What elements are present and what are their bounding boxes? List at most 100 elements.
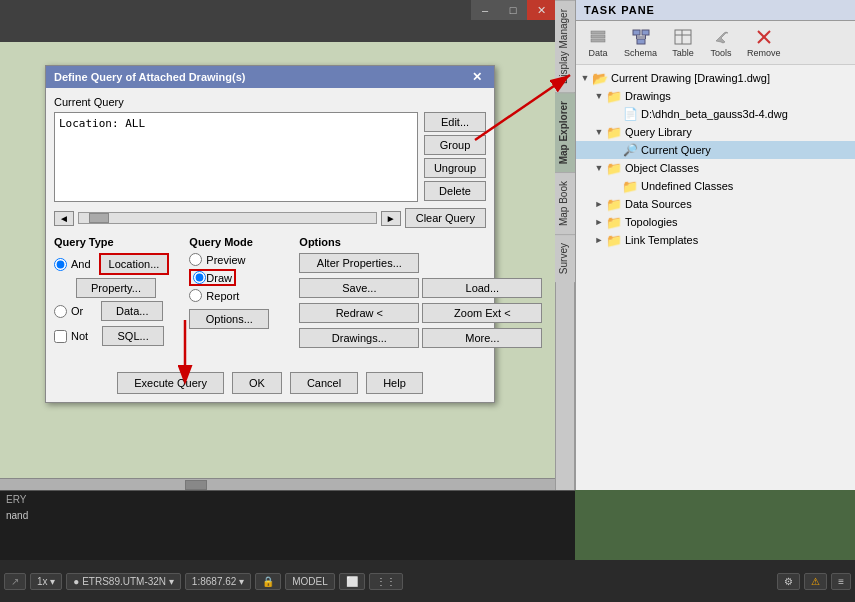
tree-item-data-sources[interactable]: ► 📁 Data Sources xyxy=(576,195,855,213)
zoom-ext-button[interactable]: Zoom Ext < xyxy=(422,303,542,323)
drawings-button[interactable]: Drawings... xyxy=(299,328,419,348)
toolbar-schema[interactable]: Schema xyxy=(618,25,663,60)
expand-drawings[interactable]: ▼ xyxy=(592,89,606,103)
tree-item-link-templates[interactable]: ► 📁 Link Templates xyxy=(576,231,855,249)
side-tab-display-manager[interactable]: Display Manager xyxy=(555,0,575,92)
load-button[interactable]: Load... xyxy=(422,278,542,298)
status-grid[interactable]: ⬜ xyxy=(339,573,365,590)
svg-rect-1 xyxy=(591,35,605,38)
options-button[interactable]: Options... xyxy=(189,309,269,329)
query-type-label: Query Type xyxy=(54,236,169,248)
expand-object-classes[interactable]: ▼ xyxy=(592,161,606,175)
remove-icon xyxy=(754,27,774,47)
side-tab-survey[interactable]: Survey xyxy=(555,234,575,282)
svg-rect-0 xyxy=(591,31,605,34)
status-model[interactable]: MODEL xyxy=(285,573,335,590)
toolbar-data[interactable]: Data xyxy=(580,25,616,60)
status-more[interactable]: ≡ xyxy=(831,573,851,590)
tree-item-topologies[interactable]: ► 📁 Topologies xyxy=(576,213,855,231)
status-icon-pointer: ↗ xyxy=(11,576,19,587)
status-crs[interactable]: ● ETRS89.UTM-32N ▾ xyxy=(66,573,181,590)
tree-item-drawings[interactable]: ▼ 📁 Drawings xyxy=(576,87,855,105)
hscrollbar[interactable] xyxy=(0,478,555,490)
clear-query-button[interactable]: Clear Query xyxy=(405,208,486,228)
minimize-button[interactable]: – xyxy=(471,0,499,20)
tree-item-current-drawing[interactable]: ▼ 📂 Current Drawing [Drawing1.dwg] xyxy=(576,69,855,87)
tree-item-object-classes[interactable]: ▼ 📁 Object Classes xyxy=(576,159,855,177)
tree-item-undefined-classes[interactable]: ► 📁 Undefined Classes xyxy=(576,177,855,195)
radio-and-row: And Location... xyxy=(54,253,169,275)
expand-current-drawing[interactable]: ▼ xyxy=(578,71,592,85)
svg-rect-5 xyxy=(637,39,645,44)
radio-or[interactable] xyxy=(54,305,67,318)
alter-properties-button[interactable]: Alter Properties... xyxy=(299,253,419,273)
more-button[interactable]: More... xyxy=(422,328,542,348)
scroll-track[interactable] xyxy=(78,212,377,224)
ok-button[interactable]: OK xyxy=(232,372,282,394)
options-label: Options xyxy=(299,236,542,248)
restore-button[interactable]: □ xyxy=(499,0,527,20)
status-tools-right[interactable]: ⚙ xyxy=(777,573,800,590)
expand-data-sources[interactable]: ► xyxy=(592,197,606,211)
hscrollbar-thumb[interactable] xyxy=(185,480,207,490)
scroll-thumb[interactable] xyxy=(89,213,109,223)
side-tabs: Display Manager Map Explorer Map Book Su… xyxy=(555,0,575,490)
command-area: ERY nand xyxy=(0,490,575,560)
dialog-close-button[interactable]: ✕ xyxy=(468,70,486,84)
folder-icon-drawings: 📁 xyxy=(606,88,622,104)
toolbar-tools-label: Tools xyxy=(711,48,732,58)
status-dots[interactable]: ⋮⋮ xyxy=(369,573,403,590)
radio-draw[interactable] xyxy=(193,271,206,284)
expand-query-library[interactable]: ▼ xyxy=(592,125,606,139)
task-pane-header: TASK PANE xyxy=(576,0,855,21)
query-side-buttons: Edit... Group Ungroup Delete xyxy=(424,112,486,202)
checkbox-not[interactable] xyxy=(54,330,67,343)
save-button[interactable]: Save... xyxy=(299,278,419,298)
side-tab-map-explorer[interactable]: Map Explorer xyxy=(555,92,575,172)
current-query-label: Current Query xyxy=(54,96,486,108)
redraw-button[interactable]: Redraw < xyxy=(299,303,419,323)
query-textarea[interactable]: Location: ALL xyxy=(54,112,418,202)
status-command: ↗ xyxy=(4,573,26,590)
ungroup-button[interactable]: Ungroup xyxy=(424,158,486,178)
sql-button[interactable]: SQL... xyxy=(102,326,164,346)
radio-preview[interactable] xyxy=(189,253,202,266)
folder-icon-object-classes: 📁 xyxy=(606,160,622,176)
radio-and[interactable] xyxy=(54,258,67,271)
group-button[interactable]: Group xyxy=(424,135,486,155)
status-lock[interactable]: 🔒 xyxy=(255,573,281,590)
tree-label-data-sources: Data Sources xyxy=(625,198,692,210)
radio-report[interactable] xyxy=(189,289,202,302)
expand-topologies[interactable]: ► xyxy=(592,215,606,229)
cancel-button[interactable]: Cancel xyxy=(290,372,358,394)
execute-query-button[interactable]: Execute Query xyxy=(117,372,224,394)
scroll-right-button[interactable]: ► xyxy=(381,211,401,226)
close-main-button[interactable]: ✕ xyxy=(527,0,555,20)
toolbar-tools[interactable]: Tools xyxy=(703,25,739,60)
location-button[interactable]: Location... xyxy=(99,253,170,275)
delete-button[interactable]: Delete xyxy=(424,181,486,201)
scroll-left-button[interactable]: ◄ xyxy=(54,211,74,226)
tree-item-current-query[interactable]: ► 🔎 Current Query xyxy=(576,141,855,159)
tree-label-current-query: Current Query xyxy=(641,144,711,156)
label-and: And xyxy=(71,258,91,270)
toolbar-remove[interactable]: Remove xyxy=(741,25,787,60)
status-warning[interactable]: ⚠ xyxy=(804,573,827,590)
edit-button[interactable]: Edit... xyxy=(424,112,486,132)
label-not: Not xyxy=(71,330,88,342)
tree-label-drawing-file: D:\dhdn_beta_gauss3d-4.dwg xyxy=(641,108,788,120)
expand-link-templates[interactable]: ► xyxy=(592,233,606,247)
tree-item-drawing-file[interactable]: ► 📄 D:\dhdn_beta_gauss3d-4.dwg xyxy=(576,105,855,123)
toolbar-table[interactable]: Table xyxy=(665,25,701,60)
options-section: Options Alter Properties... Save... Load… xyxy=(299,236,542,350)
command-input[interactable]: nand xyxy=(0,508,575,523)
side-tab-map-book[interactable]: Map Book xyxy=(555,172,575,234)
status-zoom[interactable]: 1:8687.62 ▾ xyxy=(185,573,251,590)
tree-label-query-library: Query Library xyxy=(625,126,692,138)
status-scale[interactable]: 1x ▾ xyxy=(30,573,62,590)
property-button[interactable]: Property... xyxy=(76,278,156,298)
help-button[interactable]: Help xyxy=(366,372,423,394)
label-or: Or xyxy=(71,305,83,317)
data-button[interactable]: Data... xyxy=(101,301,163,321)
tree-item-query-library[interactable]: ▼ 📁 Query Library xyxy=(576,123,855,141)
